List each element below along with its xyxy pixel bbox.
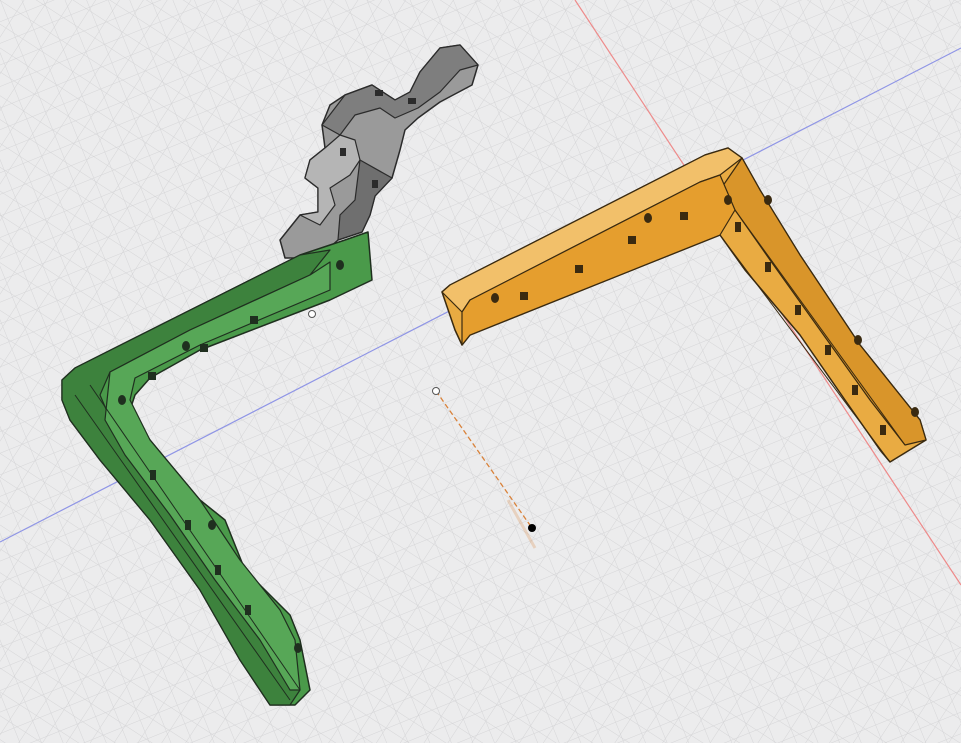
design-canvas[interactable] bbox=[0, 0, 961, 743]
canvas-viewport[interactable] bbox=[0, 0, 961, 743]
sketch-point[interactable] bbox=[308, 310, 316, 318]
measure-start-point[interactable] bbox=[432, 387, 440, 395]
measure-end-point[interactable] bbox=[528, 524, 536, 532]
